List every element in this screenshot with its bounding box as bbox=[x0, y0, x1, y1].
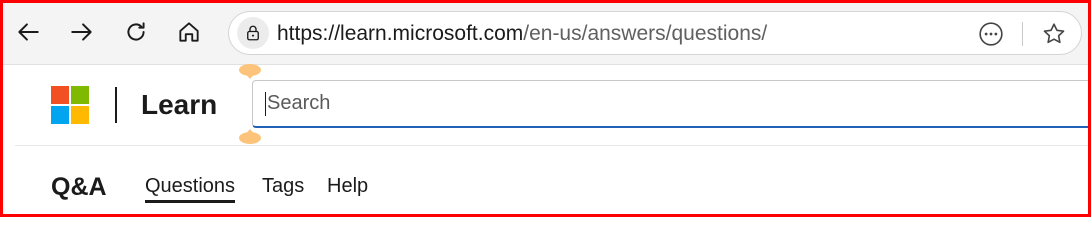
microsoft-logo[interactable] bbox=[51, 86, 89, 124]
url-path: /en-us/answers/questions/ bbox=[523, 22, 768, 45]
star-icon bbox=[1043, 23, 1065, 44]
search-placeholder: Search bbox=[267, 92, 331, 114]
logo-square-blue bbox=[51, 106, 69, 124]
qa-title[interactable]: Q&A bbox=[51, 173, 107, 202]
lock-icon bbox=[247, 25, 259, 41]
search-input[interactable]: Search bbox=[252, 80, 1091, 128]
text-caret bbox=[265, 92, 266, 116]
back-button[interactable] bbox=[10, 14, 46, 50]
url-text[interactable]: https://learn.microsoft.com/en-us/answer… bbox=[277, 22, 767, 46]
site-header: Learn Search bbox=[15, 65, 1091, 146]
home-icon bbox=[179, 22, 199, 42]
arrow-right-icon bbox=[71, 23, 92, 41]
url-host: https://learn.microsoft.com bbox=[277, 22, 524, 45]
brand-divider bbox=[115, 87, 117, 123]
address-bar[interactable]: https://learn.microsoft.com/en-us/answer… bbox=[228, 11, 1082, 55]
nav-link-help[interactable]: Help bbox=[327, 175, 368, 198]
favorite-button[interactable] bbox=[1039, 19, 1069, 49]
selection-handle-top[interactable] bbox=[238, 62, 262, 80]
logo-square-yellow bbox=[71, 106, 89, 124]
nav-link-questions[interactable]: Questions bbox=[145, 175, 236, 203]
logo-square-red bbox=[51, 86, 69, 104]
site-info-button[interactable] bbox=[237, 17, 269, 49]
nav-link-tags[interactable]: Tags bbox=[262, 175, 304, 198]
logo-square-green bbox=[71, 86, 89, 104]
browser-toolbar: https://learn.microsoft.com/en-us/answer… bbox=[0, 0, 1091, 65]
address-bar-divider bbox=[1022, 22, 1023, 46]
arrow-left-icon bbox=[18, 23, 39, 41]
refresh-button[interactable] bbox=[118, 14, 154, 50]
home-button[interactable] bbox=[171, 14, 207, 50]
more-options-button[interactable] bbox=[977, 20, 1005, 48]
brand-name-link[interactable]: Learn bbox=[141, 89, 217, 121]
more-options-icon bbox=[979, 22, 1003, 46]
forward-button[interactable] bbox=[64, 14, 100, 50]
refresh-icon bbox=[127, 22, 145, 41]
qa-subnav: Q&A Questions Tags Help bbox=[15, 146, 1091, 217]
selection-handle-bottom[interactable] bbox=[238, 128, 262, 146]
